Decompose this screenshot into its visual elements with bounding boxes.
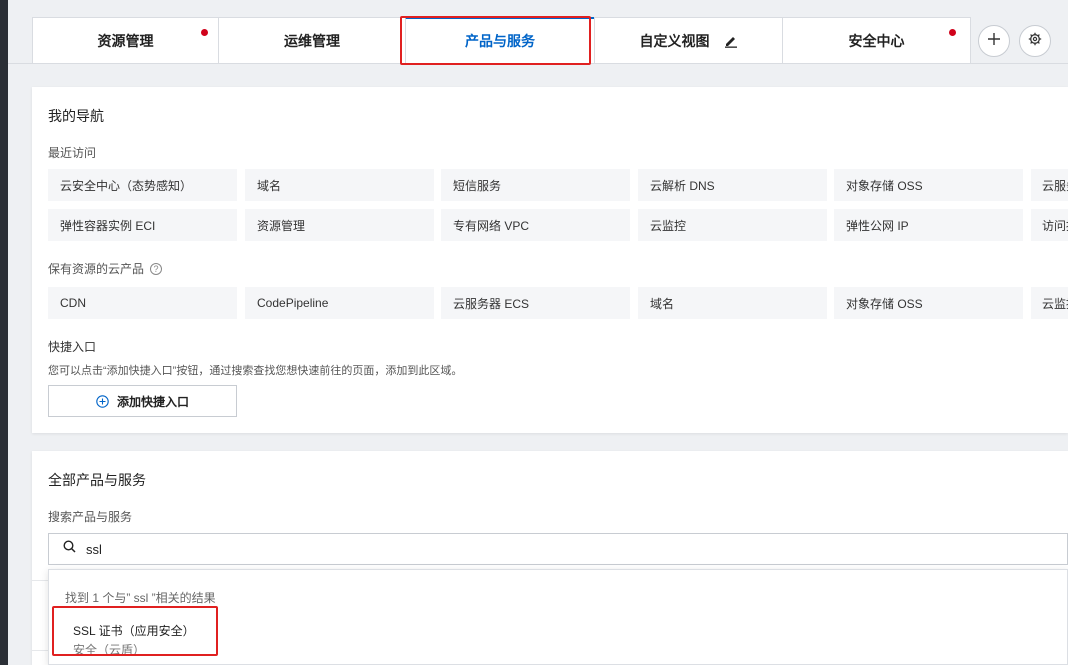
owned-tile[interactable]: CDN (48, 287, 237, 319)
add-quick-entry-label: 添加快捷入口 (116, 394, 189, 409)
recent-tile[interactable]: 弹性容器实例 ECI (48, 209, 237, 241)
recent-visits-label: 最近访问 (48, 146, 97, 160)
recent-tile[interactable]: 云监控 (638, 209, 827, 241)
search-icon (63, 540, 76, 558)
recent-tile[interactable]: 对象存储 OSS (834, 169, 1023, 201)
owned-tile[interactable]: 云服务器 ECS (441, 287, 630, 319)
gear-icon (1028, 32, 1042, 51)
search-products-label: 搜索产品与服务 (48, 510, 133, 524)
recent-tile[interactable]: 弹性公网 IP (834, 209, 1023, 241)
alert-dot (949, 29, 956, 36)
recent-tile[interactable]: 专有网络 VPC (441, 209, 630, 241)
tab-custom-view[interactable]: 自定义视图 (594, 17, 783, 63)
recent-tile[interactable]: 云服务 (1031, 169, 1068, 201)
tab-label: 自定义视图 (639, 32, 710, 49)
tab-label: 运维管理 (284, 32, 340, 49)
tab-ops-management[interactable]: 运维管理 (218, 17, 406, 63)
add-quick-entry-button[interactable]: 添加快捷入口 (48, 385, 237, 417)
tab-label: 安全中心 (848, 32, 905, 49)
product-search-box[interactable] (48, 533, 1068, 565)
product-search-input[interactable] (86, 541, 486, 557)
help-icon[interactable]: ? (150, 262, 163, 275)
recent-tile[interactable]: 短信服务 (441, 169, 630, 201)
search-result-item[interactable]: SSL 证书（应用安全） 安全（云盾） (73, 622, 195, 658)
recent-tile[interactable]: 资源管理 (245, 209, 434, 241)
tab-label: 资源管理 (97, 32, 154, 49)
owned-tile[interactable]: 云监控 (1031, 287, 1068, 319)
recent-tile[interactable]: 访问控 (1031, 209, 1068, 241)
tab-products-services[interactable]: 产品与服务 (405, 17, 595, 63)
card-title: 我的导航 (48, 108, 104, 124)
alert-dot (201, 29, 208, 36)
owned-products-text: 保有资源的云产品 (48, 262, 145, 276)
tab-security-center[interactable]: 安全中心 (782, 17, 971, 63)
owned-tile[interactable]: 域名 (638, 287, 827, 319)
recent-tile[interactable]: 云安全中心（态势感知） (48, 169, 237, 201)
divider (32, 650, 48, 651)
owned-tile[interactable]: CodePipeline (245, 287, 434, 319)
top-tab-bar: 资源管理 运维管理 产品与服务 自定义视图 安全中心 (8, 0, 1068, 64)
plus-circle-icon (96, 394, 109, 408)
quick-entry-description: 您可以点击“添加快捷入口”按钮，通过搜索查找您想快速前往的页面，添加到此区域。 (48, 365, 463, 377)
plus-icon (987, 32, 1001, 51)
search-results-dropdown: 找到 1 个与” ssl ”相关的结果 SSL 证书（应用安全） 安全（云盾） (48, 569, 1068, 665)
recent-tile[interactable]: 云解析 DNS (638, 169, 827, 201)
left-sidebar-strip (0, 0, 8, 665)
divider (32, 580, 48, 581)
result-summary: 找到 1 个与” ssl ”相关的结果 (65, 591, 216, 605)
owned-tile[interactable]: 对象存储 OSS (834, 287, 1023, 319)
pencil-icon[interactable] (724, 34, 738, 48)
result-name: SSL 证书（应用安全） (73, 624, 195, 638)
settings-button[interactable] (1019, 25, 1051, 57)
tab-label: 产品与服务 (465, 33, 535, 49)
tab-resource-management[interactable]: 资源管理 (32, 17, 219, 63)
owned-products-label: 保有资源的云产品 ? (48, 260, 163, 277)
my-navigation-card: 我的导航 最近访问 云安全中心（态势感知） 域名 短信服务 云解析 DNS 对象… (32, 87, 1068, 433)
result-category: 安全（云盾） (73, 643, 146, 657)
recent-tile[interactable]: 域名 (245, 169, 434, 201)
add-tab-button[interactable] (978, 25, 1010, 57)
card-title: 全部产品与服务 (48, 472, 146, 488)
quick-entry-label: 快捷入口 (48, 340, 97, 354)
